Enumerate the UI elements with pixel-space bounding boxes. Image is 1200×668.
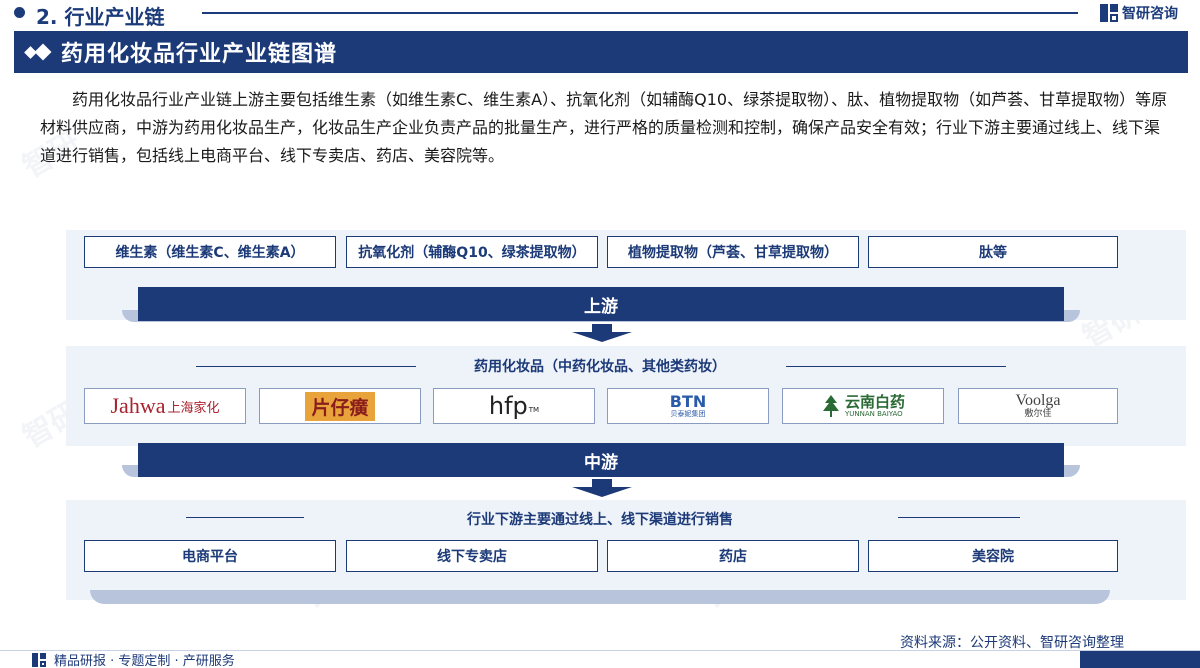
channel-beauty-salon: 美容院 — [868, 540, 1118, 572]
bullet-icon — [14, 7, 25, 18]
footer-bar — [1080, 651, 1200, 668]
page-title: 药用化妆品行业产业链图谱 — [61, 42, 338, 67]
diamond-icon — [24, 43, 52, 61]
upstream-item: 肽等 — [868, 236, 1118, 268]
footer-slogan: 精品研报 · 专题定制 · 产研服务 — [32, 650, 235, 668]
voolga-logo: Voolga 敷尔佳 — [958, 388, 1118, 424]
upstream-item: 维生素（维生素C、维生素A） — [84, 236, 336, 268]
leaf-icon — [822, 395, 839, 417]
brand-name: 智研咨询 — [1122, 6, 1178, 22]
btn-logo: BTN 贝泰妮集团 — [607, 388, 769, 424]
top-header: 2. 行业产业链 智研咨询 — [0, 0, 1200, 29]
divider — [786, 366, 1006, 367]
channel-ecommerce: 电商平台 — [84, 540, 336, 572]
intro-paragraph: 药用化妆品行业产业链上游主要包括维生素（如维生素C、维生素A）、抗氧化剂（如辅酶… — [40, 90, 1168, 165]
footer-text: 精品研报 · 专题定制 · 产研服务 — [54, 654, 235, 668]
midstream-title: 药用化妆品（中药化妆品、其他类药妆） — [474, 359, 726, 375]
brand-icon — [1100, 4, 1118, 22]
downstream-title: 行业下游主要通过线上、线下渠道进行销售 — [467, 512, 733, 528]
upstream-item: 植物提取物（芦荟、甘草提取物） — [607, 236, 859, 268]
header-rule — [202, 12, 1078, 14]
midstream-band: 中游 — [138, 443, 1064, 477]
section-title: 2. 行业产业链 — [36, 5, 165, 29]
source-note: 资料来源：公开资料、智研咨询整理 — [900, 635, 1124, 651]
arrow-down-icon — [572, 324, 632, 342]
upstream-band: 上游 — [138, 287, 1064, 321]
panel-shadow — [90, 590, 1110, 604]
brand-icon — [32, 652, 48, 667]
channel-store: 线下专卖店 — [346, 540, 598, 572]
hfp-logo: hfp TM — [433, 388, 595, 424]
upstream-item: 抗氧化剂（辅酶Q10、绿茶提取物） — [346, 236, 598, 268]
title-bar: 药用化妆品行业产业链图谱 — [14, 31, 1188, 73]
divider — [196, 366, 416, 367]
arrow-down-icon — [572, 479, 632, 497]
channel-pharmacy: 药店 — [607, 540, 859, 572]
divider — [186, 517, 304, 518]
jahwa-logo: Jahwa 上海家化 — [84, 388, 246, 424]
divider — [898, 517, 1020, 518]
brand-logo: 智研咨询 — [1100, 3, 1178, 23]
pianzaihuang-logo: 片仔癀 — [259, 388, 421, 424]
yunnan-baiyao-logo: 云南白药 YUNNAN BAIYAO — [782, 388, 944, 424]
